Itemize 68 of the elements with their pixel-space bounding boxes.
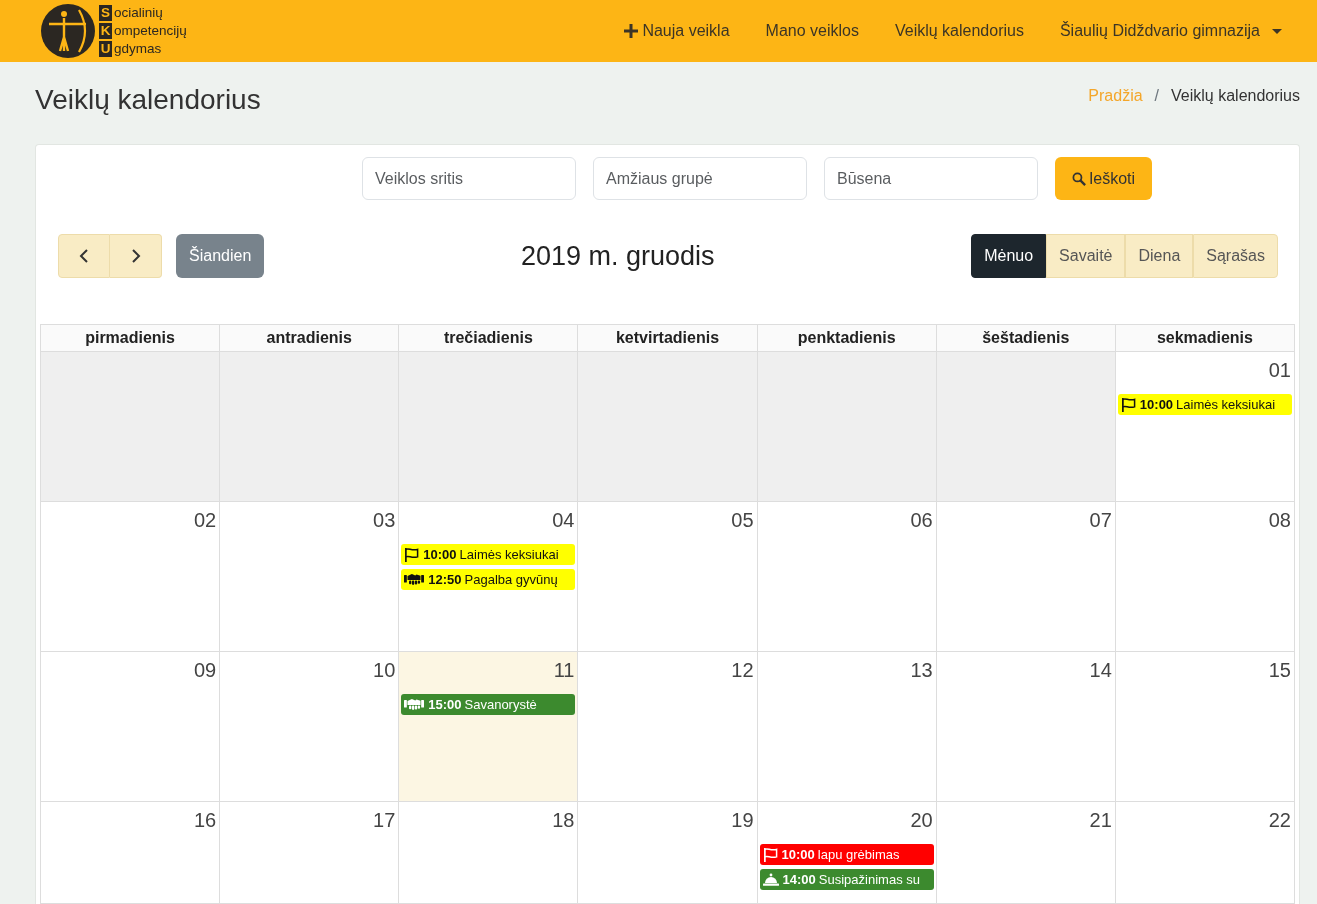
chevron-left-icon	[79, 248, 89, 264]
next-button[interactable]	[110, 234, 162, 278]
day-number: 01	[1267, 358, 1292, 383]
day-number: 04	[551, 508, 576, 533]
logo-text-line: K ompetencijų	[98, 22, 187, 40]
chevron-right-icon	[130, 248, 141, 264]
day-number: 21	[1088, 808, 1113, 833]
view-tab[interactable]: Diena	[1125, 234, 1194, 278]
day-number: 20	[909, 808, 934, 833]
calendar-event[interactable]: 15:00 Savanorystė	[401, 694, 576, 715]
flag-icon	[1120, 397, 1136, 412]
handshake-icon	[404, 698, 425, 711]
weekday-header: sekmadienis	[1115, 325, 1295, 352]
flag-icon	[404, 547, 420, 562]
nav-link[interactable]: Veiklų kalendorius	[876, 19, 1042, 43]
archer-logo-icon	[40, 3, 96, 59]
day-number: 08	[1267, 508, 1292, 533]
day-number: 07	[1088, 508, 1113, 533]
day-number: 13	[909, 658, 934, 683]
today-button[interactable]: Šiandien	[176, 234, 265, 278]
search-button[interactable]: Ieškoti	[1055, 157, 1152, 200]
day-number: 12	[730, 658, 755, 683]
flag-icon	[762, 847, 778, 862]
day-number: 03	[372, 508, 397, 533]
filter-input[interactable]: Būsena	[824, 157, 1038, 200]
weekday-header: antradienis	[220, 325, 400, 352]
handshake-icon	[404, 573, 425, 586]
weekday-header: ketvirtadienis	[578, 325, 758, 352]
logo-text-line: S ocialinių	[98, 4, 187, 22]
day-number: 11	[552, 658, 576, 683]
day-number: 19	[730, 808, 755, 833]
nav-link[interactable]: Šiaulių Didždvario gimnazija	[1041, 19, 1300, 43]
day-number: 09	[192, 658, 218, 683]
day-number: 10	[372, 658, 397, 683]
nav-link[interactable]: Nauja veikla	[606, 19, 748, 43]
calendar-event[interactable]: 14:00 Susipažinimas su	[759, 869, 934, 890]
service-bell-icon	[762, 873, 779, 886]
day-number: 17	[372, 808, 397, 833]
plus-icon	[624, 24, 639, 38]
view-tab[interactable]: Savaitė	[1046, 234, 1126, 278]
calendar-event[interactable]: 12:50 Pagalba gyvūnų	[401, 569, 576, 590]
day-number: 05	[730, 508, 755, 533]
day-number: 02	[192, 508, 218, 533]
weekday-header: trečiadienis	[399, 325, 579, 352]
weekday-header: pirmadienis	[41, 325, 221, 352]
weekday-header: penktadienis	[757, 325, 937, 352]
filter-input[interactable]: Amžiaus grupė	[593, 157, 807, 200]
day-number: 06	[909, 508, 934, 533]
calendar-event[interactable]: 10:00 Laimės keksiukai	[401, 544, 576, 565]
day-number: 22	[1267, 808, 1292, 833]
weekday-header: šeštadienis	[936, 325, 1116, 352]
calendar-event[interactable]: 10:00 Laimės keksiukai	[1117, 394, 1292, 415]
filter-input[interactable]: Veiklos sritis	[362, 157, 576, 200]
day-number: 15	[1267, 658, 1292, 683]
search-icon	[1071, 171, 1086, 186]
day-number: 18	[551, 808, 576, 833]
view-tab[interactable]: Sąrašas	[1193, 234, 1278, 278]
view-tab[interactable]: Mėnuo	[971, 234, 1047, 278]
breadcrumb-separator: /	[1154, 86, 1160, 106]
previous-button[interactable]	[58, 234, 110, 278]
day-number: 16	[192, 808, 218, 833]
calendar-title: 2019 m. gruodis	[520, 239, 715, 273]
calendar-event[interactable]: 10:00 lapu grėbimas	[759, 844, 934, 865]
day-number: 14	[1088, 658, 1113, 683]
logo-text-line: U gdymas	[98, 40, 163, 58]
nav-link[interactable]: Mano veiklos	[747, 19, 877, 43]
breadcrumb-current: Veiklų kalendorius	[1171, 86, 1300, 106]
page-title: Veiklų kalendorius	[35, 83, 261, 117]
